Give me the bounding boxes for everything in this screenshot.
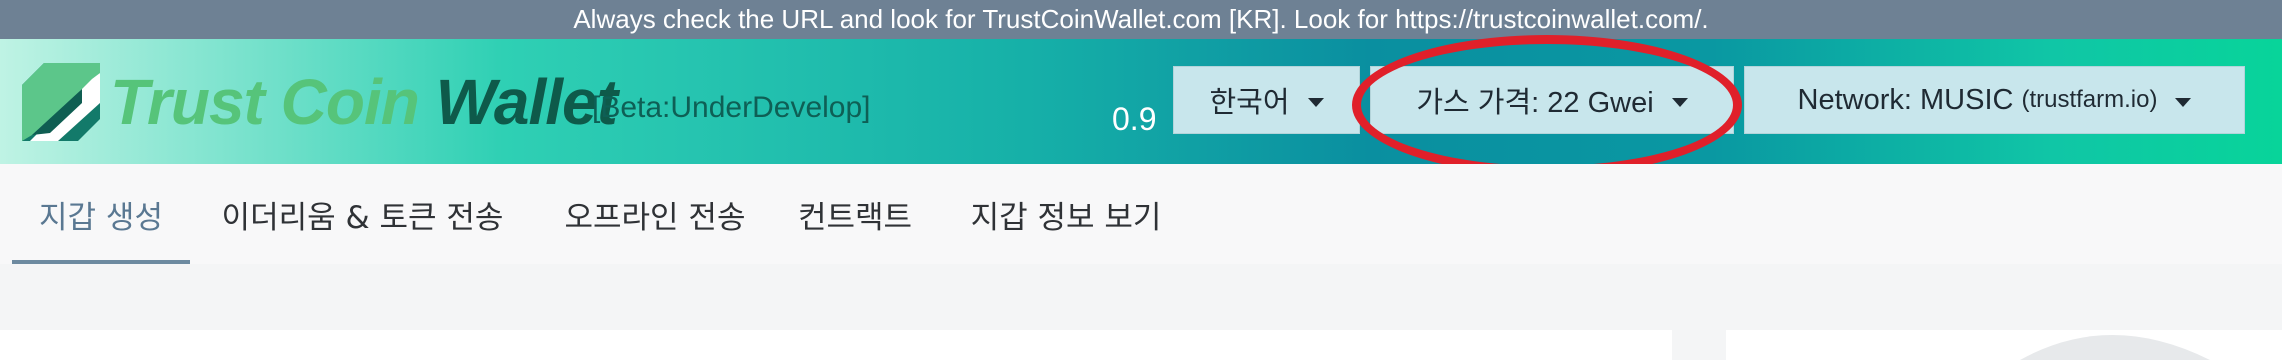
tab-send-ether-tokens[interactable]: 이더리움 & 토큰 전송	[200, 164, 525, 264]
chevron-down-icon	[1307, 97, 1324, 107]
tab-view-wallet-info[interactable]: 지갑 정보 보기	[950, 164, 1182, 264]
main-content-card	[0, 330, 1672, 360]
gas-price-dropdown[interactable]: 가스 가격: 22 Gwei	[1370, 66, 1734, 134]
version-label: 0.9	[1112, 101, 1157, 137]
network-dropdown[interactable]: Network: MUSIC (trustfarm.io)	[1744, 66, 2245, 134]
gas-price-dropdown-label: 가스 가격: 22 Gwei	[1416, 87, 1654, 119]
tab-offline-transaction[interactable]: 오프라인 전송	[545, 164, 765, 264]
network-dropdown-host: (trustfarm.io)	[2021, 86, 2158, 113]
decorative-shape-icon	[2020, 335, 2210, 360]
chevron-down-icon	[1671, 97, 1688, 107]
language-dropdown[interactable]: 한국어	[1173, 66, 1360, 134]
brand-word-coin: Coin	[280, 66, 420, 138]
language-dropdown-label: 한국어	[1209, 87, 1290, 119]
tab-contracts[interactable]: 컨트랙트	[785, 164, 925, 264]
brand-word-trust: Trust	[110, 66, 265, 138]
security-warning-banner: Always check the URL and look for TrustC…	[0, 0, 2282, 39]
chevron-down-icon	[2175, 97, 2192, 107]
logo-icon	[22, 63, 100, 141]
main-nav: 지갑 생성 이더리움 & 토큰 전송 오프라인 전송 컨트랙트 지갑 정보 보기	[0, 164, 2282, 264]
network-dropdown-label: Network: MUSIC	[1797, 83, 2014, 116]
header: Trust Coin Wallet [Beta:UnderDevelop] 0.…	[0, 39, 2282, 164]
brand-logo-text[interactable]: Trust Coin Wallet	[110, 63, 618, 141]
brand-word-wallet: Wallet	[435, 66, 618, 138]
tab-generate-wallet[interactable]: 지갑 생성	[12, 164, 190, 264]
beta-label: [Beta:UnderDevelop]	[592, 91, 871, 124]
banner-text: Always check the URL and look for TrustC…	[573, 4, 1709, 34]
